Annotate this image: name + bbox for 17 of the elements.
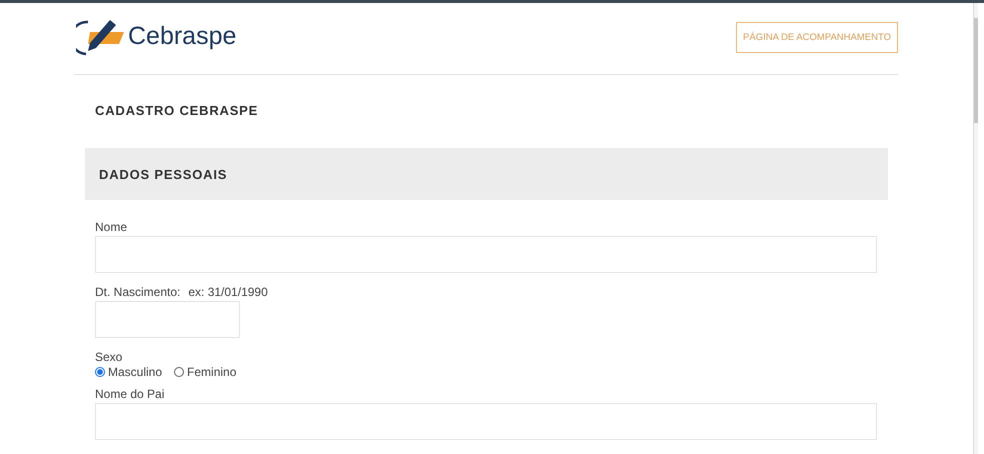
field-label: Dt. Nascimento: — [95, 285, 180, 299]
input-field[interactable] — [95, 236, 877, 273]
pen-logo-icon — [76, 18, 126, 56]
radio-button[interactable] — [174, 367, 184, 377]
date-input-field[interactable] — [95, 301, 240, 338]
radio-option[interactable]: Masculino — [95, 365, 162, 379]
date-format-hint: ex: 31/01/1990 — [188, 285, 268, 299]
brand-name: Cebraspe — [128, 22, 236, 51]
input-field[interactable] — [95, 403, 877, 440]
radio-option[interactable]: Feminino — [174, 365, 236, 379]
field-label: Nome do Pai — [95, 387, 166, 401]
section-title: DADOS PESSOAIS — [99, 166, 228, 182]
field-label: Sexo — [95, 350, 124, 364]
radio-button[interactable] — [95, 367, 105, 377]
scrollbar[interactable] — [973, 3, 978, 454]
page-title: CADASTRO CEBRASPE — [95, 103, 260, 120]
field-label: Nome — [95, 220, 128, 234]
